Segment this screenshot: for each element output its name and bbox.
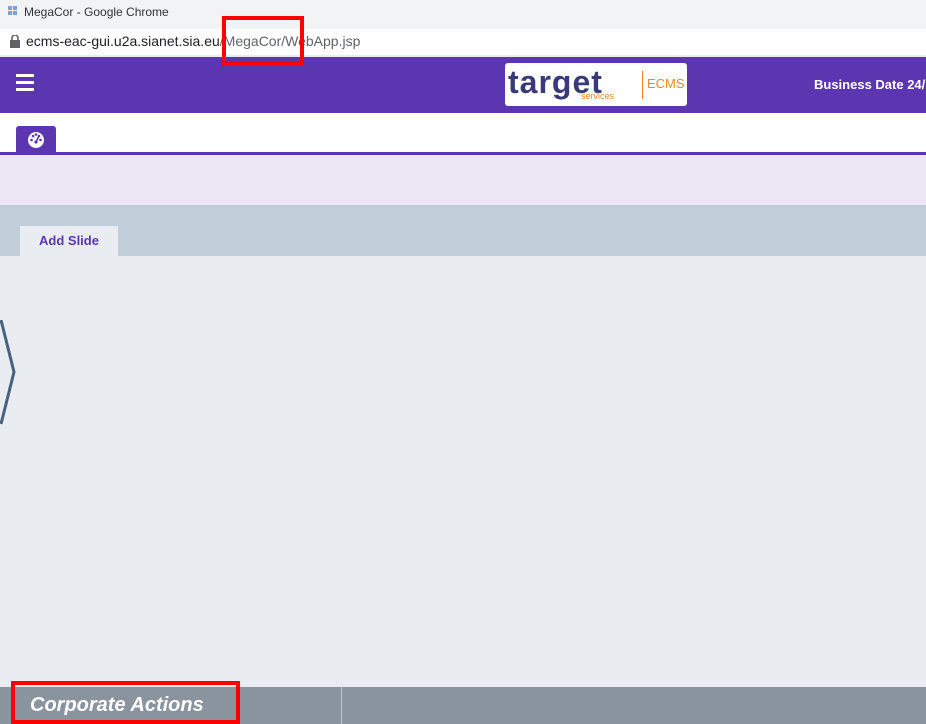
chevron-right-icon [0,320,16,425]
slide-tab-strip: Add Slide [0,205,926,256]
url-host: ecms-eac-gui.u2a.sianet.sia.eu [26,33,220,49]
logo-ecms-text: ECMS [647,76,685,91]
tab-dashboard[interactable] [16,126,56,152]
corporate-actions-highlight-box [11,681,240,724]
chrome-app-icon [8,6,17,15]
business-date: Business Date 24/1 [814,77,926,92]
lock-icon [10,35,20,48]
tab-strip [0,113,926,155]
browser-title-bar: MegaCor - Google Chrome [0,0,926,30]
dashboard-gauge-icon [28,132,44,148]
add-slide-tab[interactable]: Add Slide [20,226,118,256]
url-highlight-box [222,16,304,66]
main-content [0,256,926,687]
hamburger-menu-icon[interactable] [16,74,34,96]
bottom-bar-divider [341,687,342,724]
logo-separator [642,71,643,99]
app-header: target services ECMS Business Date 24/1 [0,57,926,113]
url-text[interactable]: ecms-eac-gui.u2a.sianet.sia.eu/MegaCor/W… [26,33,360,49]
target-ecms-logo: target services ECMS [505,63,687,106]
address-bar[interactable]: ecms-eac-gui.u2a.sianet.sia.eu/MegaCor/W… [0,29,926,55]
logo-services-text: services [581,91,615,101]
toolbar-area [0,155,926,205]
window-title: MegaCor - Google Chrome [24,5,169,19]
